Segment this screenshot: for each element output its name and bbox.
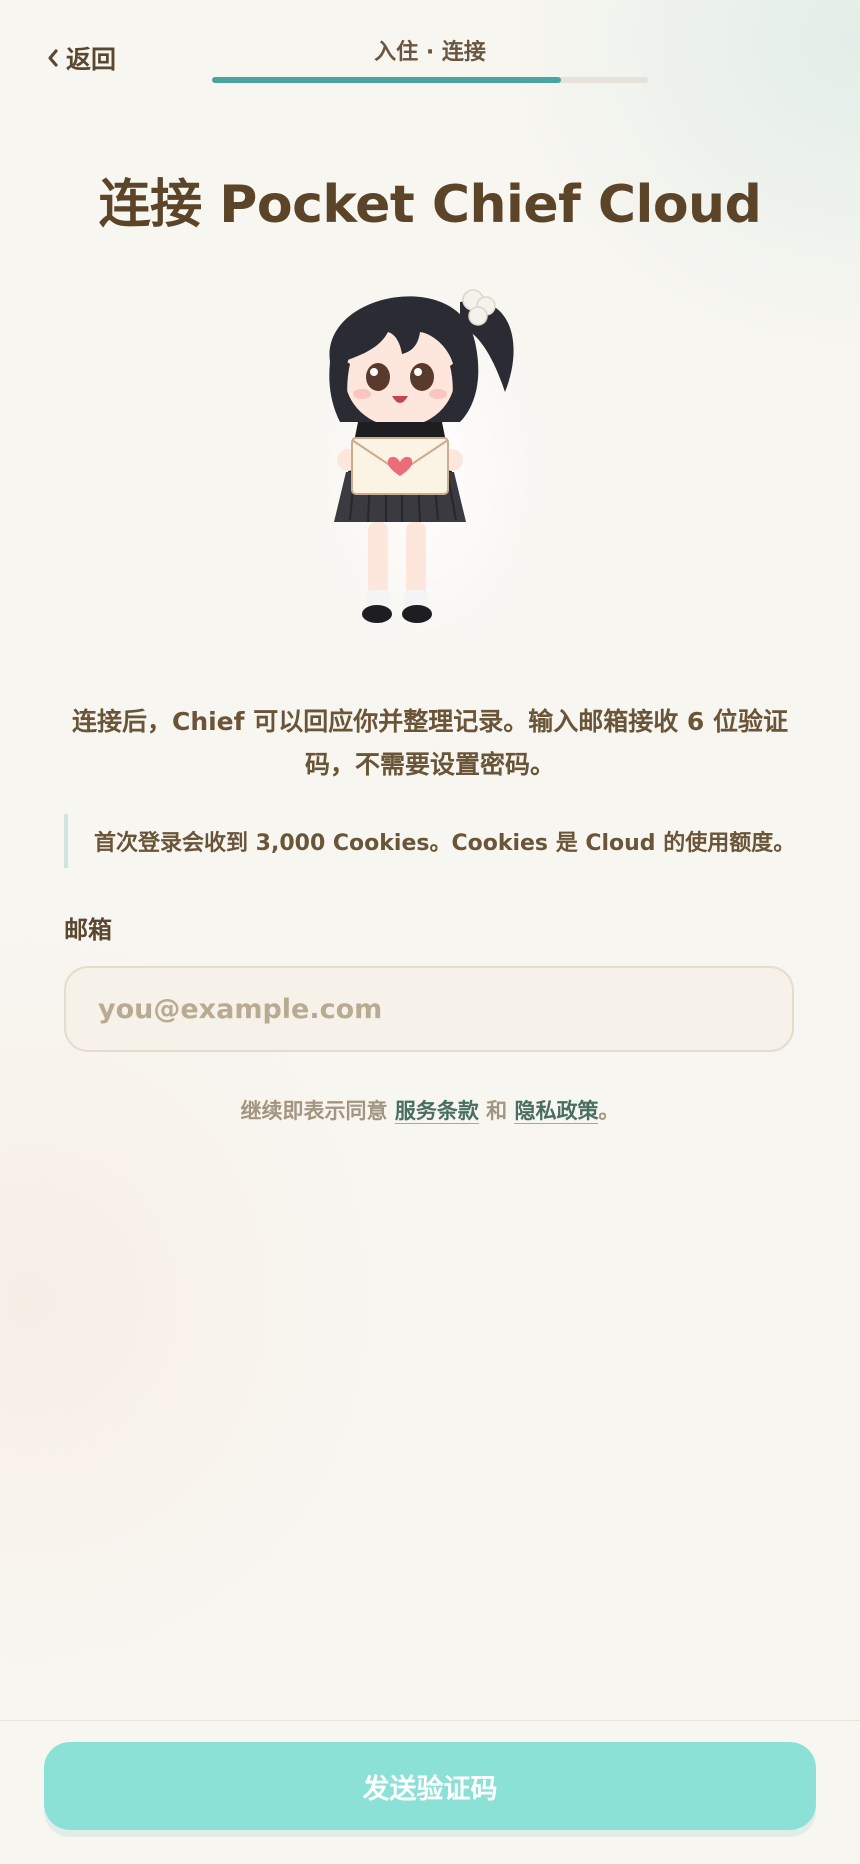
terms-of-service-link[interactable]: 服务条款: [394, 1099, 479, 1124]
email-input[interactable]: [64, 966, 794, 1052]
description: 连接后，Chief 可以回应你并整理记录。输入邮箱接收 6 位验证码，不需要设置…: [71, 707, 789, 779]
page-title: 连接 Pocket Chief Cloud: [98, 175, 762, 235]
terms-agreement: 继续即表示同意 服务条款 和 隐私政策。: [0, 1095, 860, 1125]
note-text: 首次登录会收到 3,000 Cookies。Cookies 是 Cloud 的使…: [94, 831, 796, 856]
terms-and: 和: [486, 1099, 508, 1123]
terms-prefix: 继续即表示同意: [240, 1099, 388, 1123]
cookies-note: 首次登录会收到 3,000 Cookies。Cookies 是 Cloud 的使…: [64, 814, 808, 868]
chibi-girl-holding-letter-icon: [310, 282, 546, 662]
send-code-button[interactable]: 发送验证码: [44, 1742, 816, 1830]
progress-bar: [212, 77, 648, 83]
terms-suffix: 。: [598, 1099, 620, 1123]
step-label: 入住 · 连接: [374, 40, 486, 65]
privacy-policy-link[interactable]: 隐私政策: [514, 1099, 599, 1124]
email-label: 邮箱: [64, 916, 112, 944]
progress-fill: [212, 77, 561, 83]
bottom-divider: [0, 1720, 860, 1721]
